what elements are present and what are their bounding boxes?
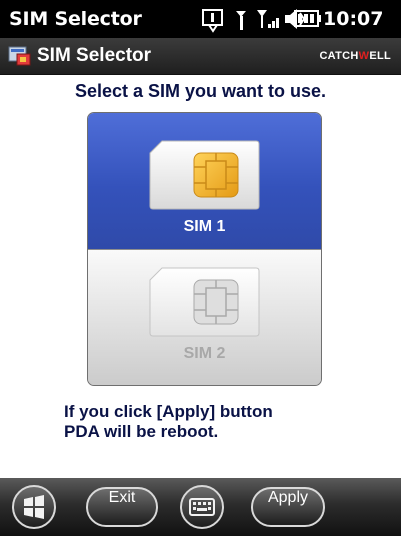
softkey-bar: Exit Apply — [0, 478, 401, 536]
notice-line-2: PDA will be reboot. — [64, 422, 219, 441]
brand-logo: CATCHWELL — [319, 50, 391, 62]
start-button[interactable] — [12, 485, 56, 529]
exit-button[interactable]: Exit — [86, 487, 158, 527]
sim-2-card-icon — [149, 267, 260, 337]
apply-button[interactable]: Apply — [251, 487, 325, 527]
instruction-text: Select a SIM you want to use. — [74, 81, 327, 101]
status-bar: SIM Selector 10:07 — [0, 0, 401, 38]
antenna-icon[interactable] — [233, 0, 249, 38]
sim-1-label: SIM 1 — [183, 218, 226, 235]
sim-2-option[interactable]: SIM 2 — [88, 249, 321, 385]
sim-selector-app-icon — [8, 46, 31, 66]
sim-2-label: SIM 2 — [183, 345, 226, 362]
reboot-notice: If you click [Apply] button PDA will be … — [64, 402, 384, 442]
sim-1-option[interactable]: SIM 1 — [88, 113, 321, 249]
app-header: SIM Selector CATCHWELL — [0, 38, 401, 75]
sim-1-card-icon — [149, 140, 260, 210]
notice-line-1: If you click [Apply] button — [64, 402, 273, 421]
keyboard-button[interactable] — [180, 485, 224, 529]
sim-picker: SIM 1 SIM 2 — [87, 112, 322, 386]
app-title: SIM Selector — [37, 45, 152, 66]
battery-icon[interactable] — [292, 0, 322, 38]
windows-start-icon — [24, 495, 44, 519]
status-title: SIM Selector — [9, 8, 142, 30]
connectivity-icon[interactable] — [200, 0, 226, 38]
clock[interactable]: 10:07 — [323, 8, 383, 30]
signal-icon[interactable] — [255, 0, 283, 38]
keyboard-icon — [189, 498, 215, 516]
